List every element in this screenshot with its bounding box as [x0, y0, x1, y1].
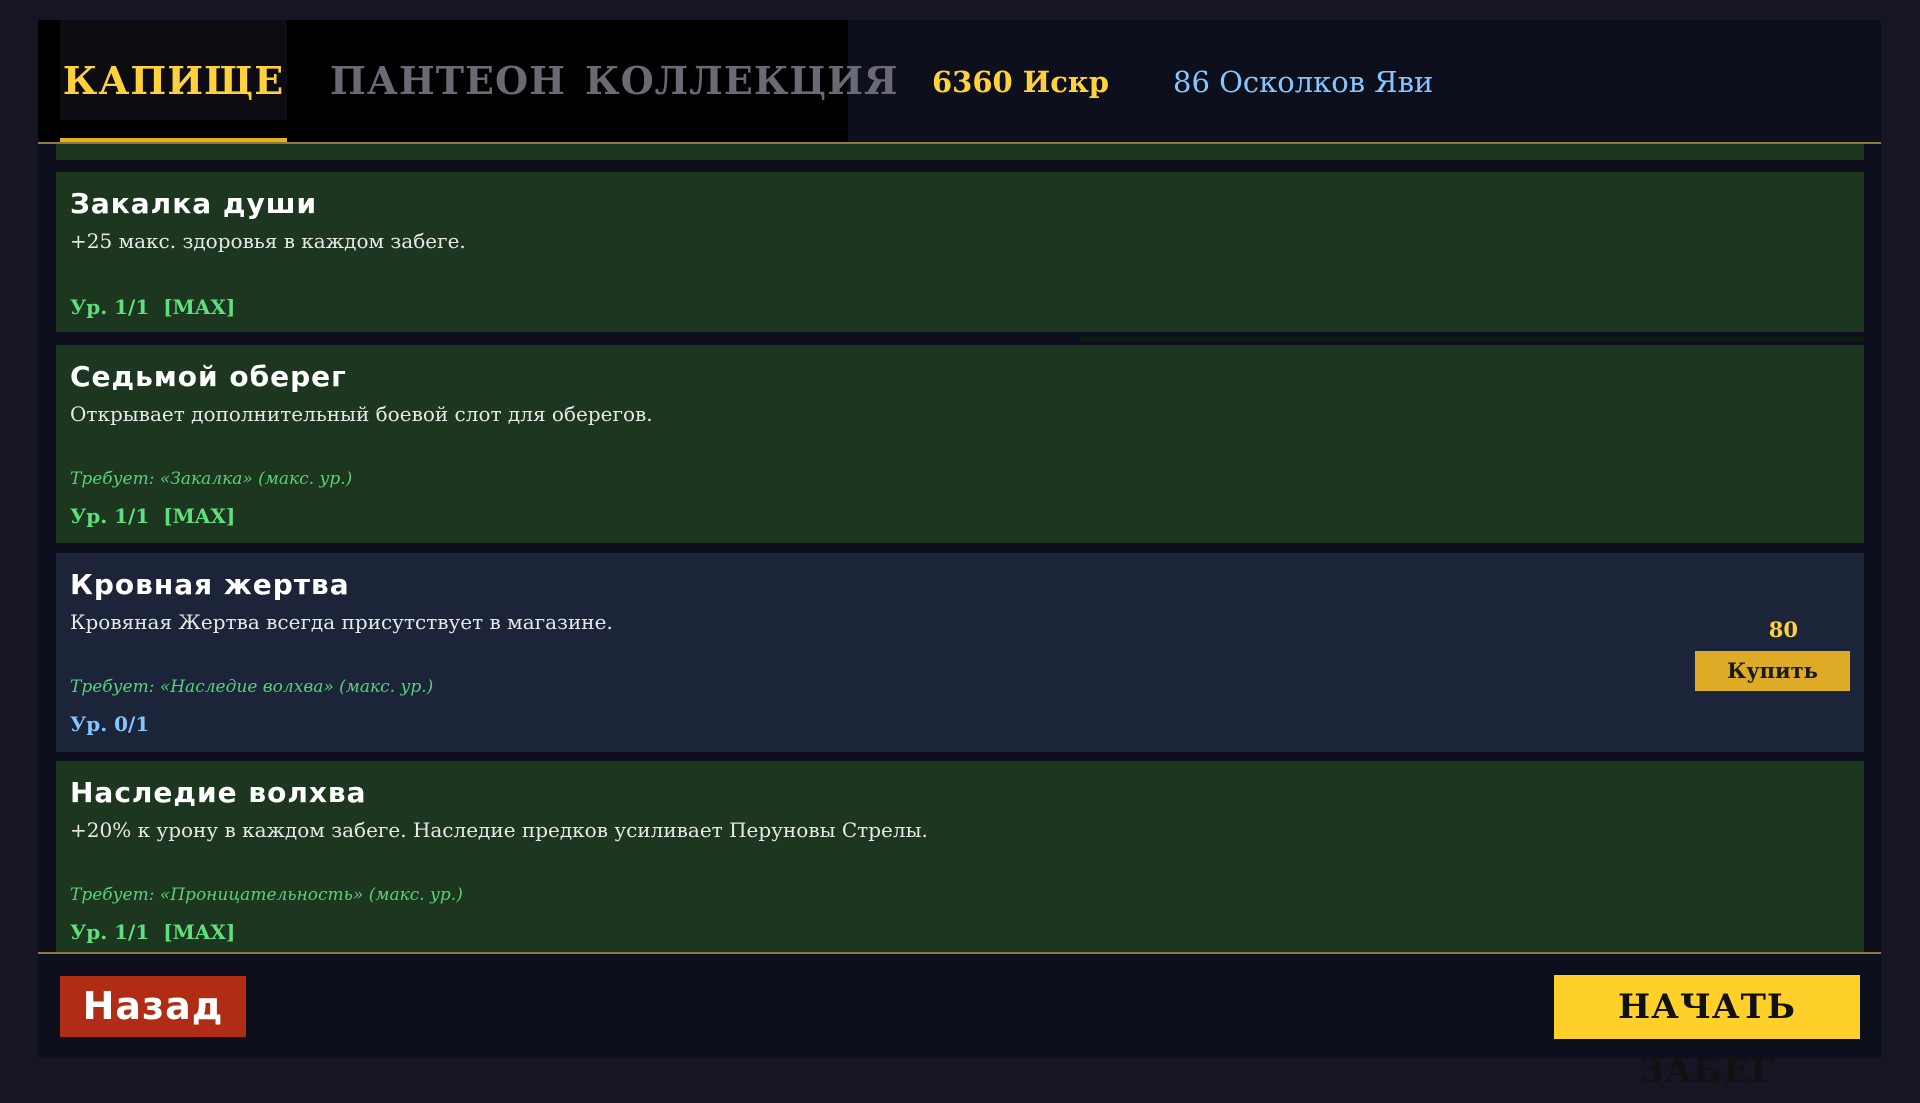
upgrade-card: Закалка души +25 макс. здоровья в каждом…: [56, 172, 1864, 332]
upgrade-description: Кровяная Жертва всегда присутствует в ма…: [70, 610, 613, 634]
start-run-button[interactable]: НАЧАТЬ ЗАБЕГ: [1554, 975, 1860, 1091]
upgrade-title: Наследие волхва: [70, 776, 367, 809]
upgrade-title: Кровная жертва: [70, 568, 350, 601]
upgrade-requirement: Требует: «Проницательность» (макс. ур.): [70, 885, 463, 905]
upgrade-description: +25 макс. здоровья в каждом забеге.: [70, 229, 466, 253]
upgrade-level: Ур. 1/1 [MAX]: [70, 504, 236, 528]
tab-pantheon[interactable]: ПАНТЕОН: [330, 20, 565, 120]
upgrade-description: Открывает дополнительный боевой слот для…: [70, 402, 653, 426]
footer-divider: [38, 952, 1881, 954]
shards-counter: 86 Осколков Яви: [1173, 65, 1434, 99]
upgrade-list[interactable]: Закалка души +25 макс. здоровья в каждом…: [56, 144, 1864, 952]
back-button[interactable]: Назад: [60, 976, 246, 1037]
upgrade-card: Наследие волхва +20% к урону в каждом за…: [56, 761, 1864, 952]
upgrade-requirement: Требует: «Наследие волхва» (макс. ур.): [70, 677, 434, 697]
upgrade-description: +20% к урону в каждом забеге. Наследие п…: [70, 818, 928, 842]
upgrade-level: Ур. 1/1 [MAX]: [70, 295, 236, 319]
buy-button[interactable]: Купить: [1695, 651, 1850, 691]
upgrade-price: 80: [1768, 617, 1798, 642]
upgrade-card: Седьмой оберег Открывает дополнительный …: [56, 345, 1864, 543]
sparks-counter: 6360 Искр: [932, 65, 1110, 99]
upgrade-requirement: Требует: «Закалка» (макс. ур.): [70, 469, 353, 489]
upgrade-title: Седьмой оберег: [70, 360, 347, 393]
upgrade-level: Ур. 0/1: [70, 712, 150, 736]
upgrade-title: Закалка души: [70, 187, 318, 220]
tab-kapishche[interactable]: КАПИЩЕ: [60, 20, 287, 120]
divider-shadow: [1080, 336, 1864, 342]
upgrade-card: Кровная жертва Кровяная Жертва всегда пр…: [56, 553, 1864, 752]
list-item-partial: [56, 144, 1864, 160]
upgrade-level: Ур. 1/1 [MAX]: [70, 920, 236, 944]
tab-collection[interactable]: КОЛЛЕКЦИЯ: [585, 20, 898, 120]
